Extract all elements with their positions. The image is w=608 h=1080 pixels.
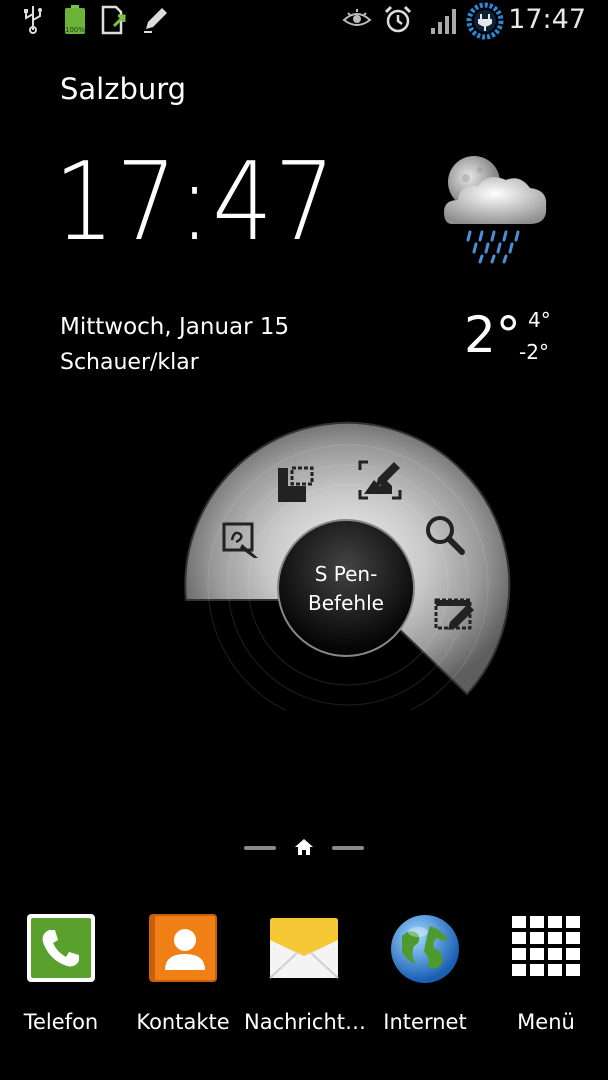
page-dot-left[interactable]	[244, 846, 276, 850]
battery-icon: 100%	[62, 4, 88, 40]
home-icon[interactable]	[294, 838, 314, 860]
spen-center-button[interactable]: S Pen-Befehle	[284, 560, 408, 618]
scrapbook-icon[interactable]	[274, 464, 318, 510]
dock-label-internet: Internet	[383, 1010, 467, 1034]
high-temperature: 4°	[528, 308, 551, 332]
power-saving-icon	[464, 2, 506, 44]
globe-icon	[388, 912, 462, 990]
dock-label-menu: Menü	[517, 1010, 575, 1034]
apps-grid-icon	[510, 912, 582, 988]
eye-icon	[342, 4, 372, 38]
pen-window-icon[interactable]	[432, 594, 478, 640]
file-transfer-icon	[100, 4, 130, 40]
dock-label-nachrichten: Nachricht…	[244, 1010, 366, 1034]
screen-write-icon[interactable]	[356, 458, 404, 506]
svg-text:100%: 100%	[65, 26, 85, 34]
s-finder-icon[interactable]	[422, 512, 468, 560]
phone-icon	[25, 912, 97, 988]
moon-cloud-rain-icon	[436, 148, 556, 272]
pen-icon	[142, 4, 170, 38]
alarm-icon	[383, 4, 413, 40]
page-dot-right[interactable]	[332, 846, 364, 850]
page-indicator[interactable]	[0, 836, 608, 860]
signal-icon	[428, 4, 460, 40]
date-text: Mittwoch, Januar 15	[60, 314, 290, 340]
status-time: 17:47	[508, 4, 586, 35]
clock-time: 17:47	[54, 140, 337, 265]
usb-icon	[22, 4, 44, 38]
current-temperature: 2°	[464, 306, 521, 364]
dock-label-telefon: Telefon	[23, 1010, 99, 1034]
action-memo-icon[interactable]	[220, 520, 264, 564]
messages-icon	[268, 912, 340, 988]
city-name: Salzburg	[60, 72, 187, 106]
low-temperature: -2°	[519, 340, 549, 364]
dock-label-kontakte: Kontakte	[136, 1010, 230, 1034]
contacts-icon	[147, 912, 219, 988]
weather-condition: Schauer/klar	[60, 350, 199, 375]
status-bar[interactable]: 100% 17:47	[0, 0, 608, 40]
